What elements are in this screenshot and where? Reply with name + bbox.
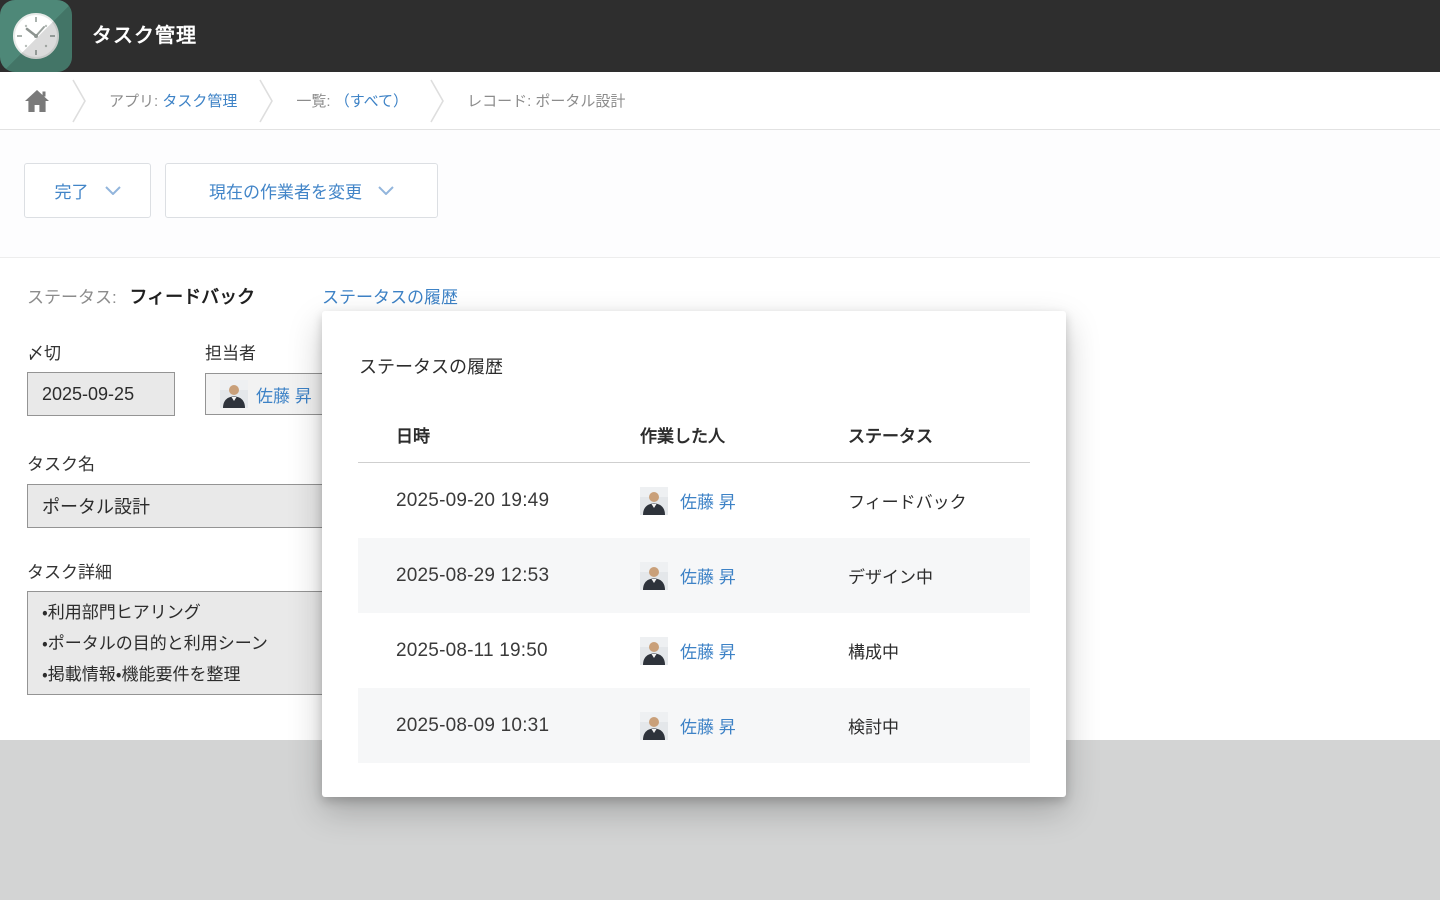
chevron-down-icon — [105, 186, 121, 195]
worker-link[interactable]: 佐藤 昇 — [680, 638, 736, 663]
breadcrumb-app-label: アプリ: — [109, 93, 158, 110]
breadcrumb-record: レコード: ポータル設計 — [467, 90, 625, 111]
screen: タスク管理 アプリ: タスク管理 一覧: （すべて） レコード: ポータル設計 … — [0, 0, 1440, 900]
breadcrumb-app-link[interactable]: タスク管理 — [162, 93, 237, 110]
history-datetime: 2025-08-09 10:31 — [358, 715, 640, 737]
task-detail-label: タスク詳細 — [27, 558, 112, 583]
history-row: 2025-08-09 10:31 佐藤 昇 検討中 — [358, 688, 1030, 763]
history-status: 構成中 — [848, 638, 1030, 663]
app-clock-icon[interactable] — [0, 0, 72, 72]
worker-link[interactable]: 佐藤 昇 — [680, 563, 736, 588]
assignee-avatar — [220, 380, 248, 408]
worker-avatar — [640, 712, 668, 740]
clock-icon — [13, 13, 59, 59]
task-name-label: タスク名 — [27, 450, 95, 475]
breadcrumb-list-link[interactable]: （すべて） — [335, 93, 408, 110]
history-table-header: 日時 作業した人 ステータス — [358, 407, 1030, 463]
col-header-datetime: 日時 — [358, 422, 640, 447]
history-datetime: 2025-09-20 19:49 — [358, 490, 640, 512]
app-title: タスク管理 — [92, 0, 197, 72]
breadcrumb-separator-icon — [259, 79, 274, 123]
process-toolbar: 完了 現在の作業者を変更 — [0, 130, 1440, 258]
breadcrumb-list-label: 一覧: — [296, 93, 330, 110]
breadcrumb-record-value: ポータル設計 — [535, 93, 625, 110]
change-worker-button-label: 現在の作業者を変更 — [209, 178, 362, 203]
home-icon[interactable] — [24, 89, 50, 113]
history-row: 2025-08-29 12:53 佐藤 昇 デザイン中 — [358, 538, 1030, 613]
history-row: 2025-08-11 19:50 佐藤 昇 構成中 — [358, 613, 1030, 688]
history-datetime: 2025-08-11 19:50 — [358, 640, 640, 662]
breadcrumb: アプリ: タスク管理 一覧: （すべて） レコード: ポータル設計 — [0, 72, 1440, 130]
worker-link[interactable]: 佐藤 昇 — [680, 488, 736, 513]
history-worker: 佐藤 昇 — [640, 487, 848, 515]
breadcrumb-app: アプリ: タスク管理 — [109, 90, 237, 111]
breadcrumb-record-label: レコード: — [467, 93, 531, 110]
deadline-value: 2025-09-25 — [27, 372, 175, 416]
history-datetime: 2025-08-29 12:53 — [358, 565, 640, 587]
history-status: フィードバック — [848, 488, 1030, 513]
worker-avatar — [640, 637, 668, 665]
col-header-worker: 作業した人 — [640, 422, 848, 447]
breadcrumb-separator-icon — [72, 79, 87, 123]
deadline-label: 〆切 — [27, 339, 61, 364]
complete-button-label: 完了 — [55, 178, 89, 203]
status-row: ステータス: フィードバック — [27, 283, 255, 309]
worker-link[interactable]: 佐藤 昇 — [680, 713, 736, 738]
history-table: 日時 作業した人 ステータス 2025-09-20 19:49 佐藤 昇 フィー… — [358, 407, 1030, 763]
change-worker-button[interactable]: 現在の作業者を変更 — [165, 163, 438, 218]
status-value: フィードバック — [129, 287, 255, 307]
complete-button[interactable]: 完了 — [24, 163, 151, 218]
status-history-popup: ステータスの履歴 日時 作業した人 ステータス 2025-09-20 19:49… — [322, 311, 1066, 797]
history-status: 検討中 — [848, 713, 1030, 738]
assignee-link[interactable]: 佐藤 昇 — [256, 382, 312, 407]
task-detail-line: ・利用部門ヒアリング — [42, 597, 201, 628]
history-status: デザイン中 — [848, 563, 1030, 588]
chevron-down-icon — [378, 186, 394, 195]
col-header-status: ステータス — [848, 422, 1030, 447]
popup-title: ステータスの履歴 — [359, 353, 503, 379]
task-detail-line: ・掲載情報・機能要件を整理 — [42, 659, 241, 690]
history-worker: 佐藤 昇 — [640, 562, 848, 590]
status-history-link[interactable]: ステータスの履歴 — [322, 283, 458, 308]
history-row: 2025-09-20 19:49 佐藤 昇 フィードバック — [358, 463, 1030, 538]
history-worker: 佐藤 昇 — [640, 637, 848, 665]
worker-avatar — [640, 562, 668, 590]
app-header: タスク管理 — [0, 0, 1440, 72]
breadcrumb-list: 一覧: （すべて） — [296, 90, 408, 111]
breadcrumb-separator-icon — [430, 79, 445, 123]
status-label: ステータス: — [27, 288, 117, 307]
assignee-label: 担当者 — [205, 339, 256, 364]
worker-avatar — [640, 487, 668, 515]
task-detail-line: ・ポータルの目的と利用シーン — [42, 628, 268, 659]
history-worker: 佐藤 昇 — [640, 712, 848, 740]
